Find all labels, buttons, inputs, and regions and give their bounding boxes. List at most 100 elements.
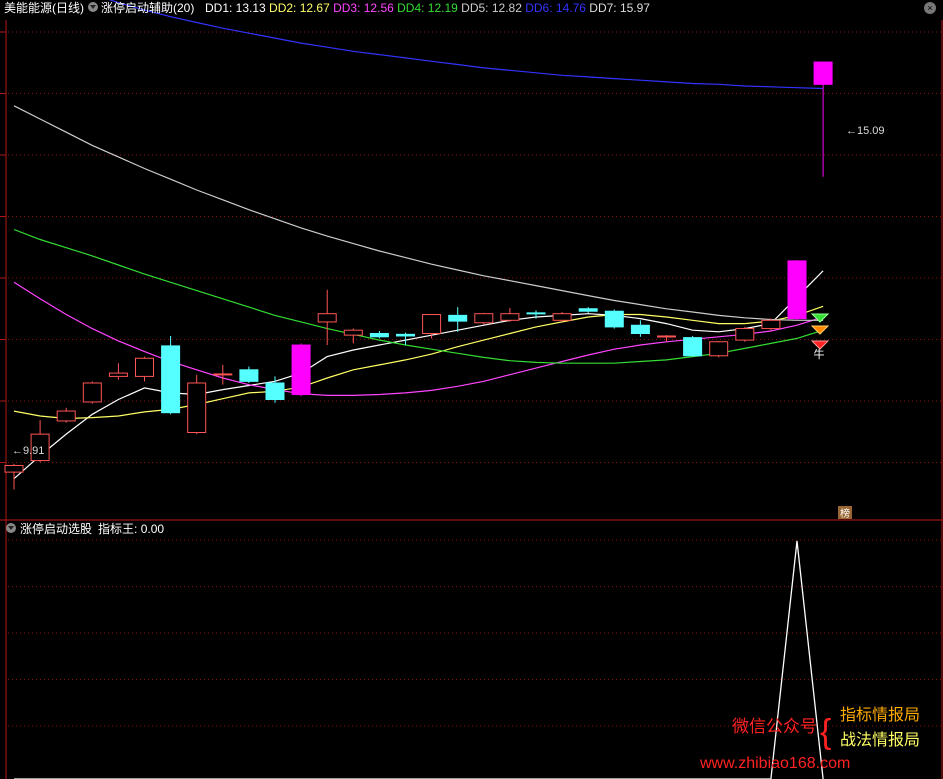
candle-body [108, 372, 128, 377]
indicator-value-dd4: DD4: 12.19 [394, 1, 458, 15]
low-arrow: ← [12, 445, 23, 457]
candle [500, 307, 520, 322]
indicator-value-dd1: DD1: 13.13 [205, 1, 266, 15]
candle [578, 307, 598, 313]
candle-body [657, 335, 676, 338]
low-price-value: 9.91 [23, 445, 44, 457]
candle-body [56, 410, 76, 422]
candle [448, 307, 468, 332]
candle [630, 320, 650, 337]
candle-body [213, 373, 233, 376]
candle-body [761, 319, 781, 330]
panel-frames [0, 20, 943, 779]
candle-body [813, 61, 833, 85]
ma-lines [13, 0, 824, 480]
candle [709, 340, 729, 358]
high-arrow: ← [846, 125, 857, 137]
chart-canvas: 牛 榜 ←15.09 ←9.91 美能能源(日线) 涨停启动辅助(20) DD1… [0, 0, 943, 779]
sub-indicator-readout: 指标王: 0.00 [98, 521, 164, 536]
candle-body [735, 328, 755, 341]
candle [82, 381, 102, 404]
rank-marker: 榜 [840, 507, 850, 520]
sub-title[interactable]: 涨停启动选股 [20, 521, 92, 536]
candle-body [396, 333, 415, 337]
candle-body [265, 382, 285, 400]
indicator-value-dd5: DD5: 12.82 [458, 1, 522, 15]
high-price-value: 15.09 [857, 125, 885, 137]
candle [187, 374, 207, 435]
candle [683, 335, 703, 357]
candle [474, 312, 494, 325]
candle [787, 260, 807, 321]
indicator-value-dd7: DD7: 15.97 [586, 1, 650, 15]
indicator-value-dd6: DD6: 14.76 [522, 1, 586, 15]
close-x-icon[interactable]: × [927, 3, 932, 13]
candle [161, 335, 181, 415]
sub-indicator-name: 指标王 [98, 521, 134, 536]
high-price-label: ←15.09 [846, 125, 885, 137]
candle-body [161, 345, 181, 414]
candle-body [709, 341, 729, 357]
candle-body [474, 313, 494, 324]
signal-markers: 牛 榜 [810, 313, 852, 520]
watermark-right-top: 指标情报局 [840, 706, 920, 724]
candle-body [4, 465, 24, 473]
candle-body [369, 333, 389, 338]
main-title: 美能能源(日线) [4, 1, 84, 15]
candle-body [787, 260, 807, 320]
candle [265, 376, 285, 403]
watermark-brace: { [820, 713, 831, 751]
indicator-values: DD1: 13.13 DD2: 12.67 DD3: 12.56 DD4: 12… [205, 1, 650, 15]
signal-series [14, 540, 824, 779]
candle [761, 318, 781, 331]
indicator-value-dd2: DD2: 12.67 [266, 1, 330, 15]
candle-body [239, 369, 259, 382]
watermark-url: www.zhibiao168.com [699, 755, 850, 772]
candle-body [552, 313, 572, 321]
low-price-label: ←9.91 [12, 445, 44, 457]
series-signal [14, 540, 824, 779]
candle [317, 289, 337, 346]
sub-indicator-value: 0.00 [141, 522, 165, 536]
candle-body [630, 324, 650, 334]
red-gem-icon [810, 340, 830, 350]
candle [108, 363, 128, 380]
bull-marker: 牛 [814, 347, 825, 361]
candle [552, 312, 572, 322]
watermark: 微信公众号 { 指标情报局 战法情报局 www.zhibiao168.com [699, 706, 920, 772]
candle-body [317, 313, 337, 323]
candle [56, 407, 76, 423]
candle [422, 314, 442, 339]
sub-separator: : [134, 522, 141, 536]
candle-body [604, 310, 624, 328]
candle-body [343, 329, 363, 336]
candle [291, 343, 311, 397]
candle [735, 326, 755, 342]
candle [604, 309, 624, 329]
close-panel-button[interactable]: × [924, 2, 936, 14]
sub-header: 涨停启动选股 指标王: 0.00 [6, 521, 164, 536]
candle-body [683, 337, 703, 357]
candlesticks [4, 61, 833, 490]
candle [813, 61, 833, 177]
main-indicator-name[interactable]: 涨停启动辅助(20) [101, 0, 194, 15]
candle [213, 364, 233, 385]
candle-body [526, 312, 546, 315]
sub-grid [8, 539, 941, 727]
candle [135, 356, 154, 382]
candle [4, 463, 24, 490]
candle-body [82, 382, 102, 403]
main-header: 美能能源(日线) 涨停启动辅助(20) DD1: 13.13 DD2: 12.6… [4, 0, 936, 15]
watermark-left: 微信公众号 [732, 717, 817, 736]
candle-body [578, 308, 598, 312]
watermark-right-bottom: 战法情报局 [840, 731, 920, 749]
candle [369, 331, 389, 339]
candle-body [500, 313, 520, 321]
series-dd5 [13, 105, 824, 321]
candle-body [291, 344, 311, 396]
main-grid [0, 31, 941, 463]
indicator-value-dd3: DD3: 12.56 [330, 1, 394, 15]
candle [239, 366, 259, 383]
candle-body [187, 382, 207, 433]
candle-body [448, 314, 468, 322]
